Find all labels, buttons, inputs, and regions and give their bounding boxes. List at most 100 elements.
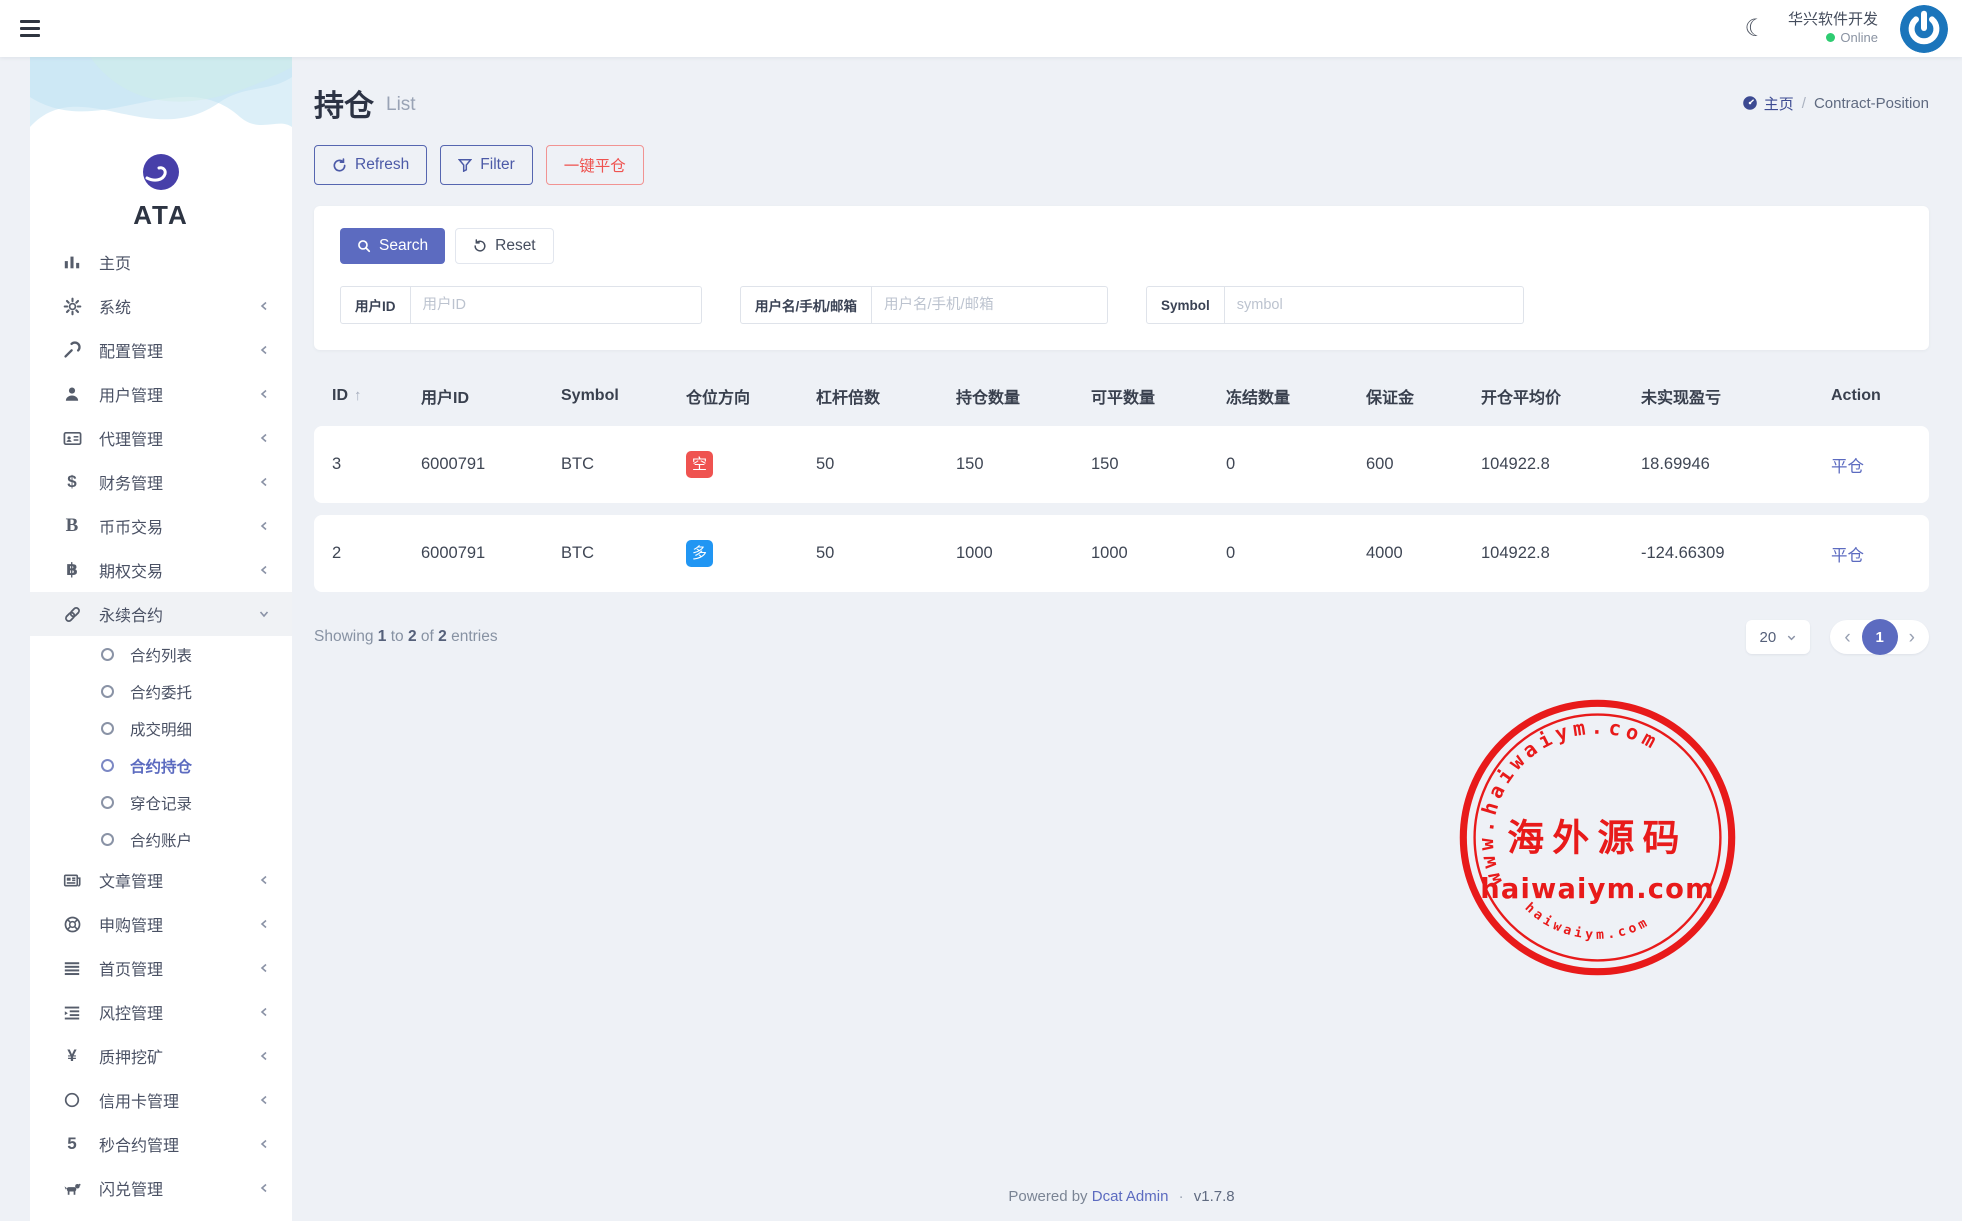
next-page-button[interactable]: › (1904, 628, 1920, 647)
sidebar-item-agents[interactable]: 代理管理 (30, 416, 292, 460)
table-row: 2 6000791 BTC 多 50 1000 1000 0 4000 1049… (314, 515, 1929, 592)
close-position-link[interactable]: 平仓 (1831, 547, 1864, 565)
sidebar-item-label: 申购管理 (99, 912, 163, 936)
cell-amount: 1000 (944, 515, 1079, 592)
cell-avg-price: 104922.8 (1469, 426, 1629, 503)
sidebar-item-finance[interactable]: $ 财务管理 (30, 460, 292, 504)
brand-logo[interactable]: ATA (30, 152, 292, 231)
cell-leverage: 50 (804, 515, 944, 592)
submenu-item-trade-details[interactable]: 成交明细 (30, 710, 292, 747)
user-name: 华兴软件开发 (1788, 11, 1878, 30)
sidebar-item-system[interactable]: 系统 (30, 284, 292, 328)
dashboard-icon (1742, 95, 1758, 111)
sidebar-item-flash-exchange[interactable]: 闪兑管理 (30, 1166, 292, 1210)
circle-bullet-icon (101, 648, 114, 661)
column-header-id[interactable]: ID↑ (314, 370, 409, 414)
chevron-left-icon (258, 1138, 270, 1150)
yen-icon: ¥ (62, 1046, 82, 1066)
stamp-arc-bottom-text: haiwaiym.com (1522, 900, 1653, 943)
search-button[interactable]: Search (340, 228, 445, 264)
cell-pnl: 18.69946 (1629, 426, 1819, 503)
cell-avg-price: 104922.8 (1469, 515, 1629, 592)
cell-frozen: 0 (1214, 426, 1354, 503)
sidebar-item-risk-control[interactable]: 风控管理 (30, 990, 292, 1034)
sidebar-item-staking-mining[interactable]: ¥ 质押挖矿 (30, 1034, 292, 1078)
page-footer: Powered by Dcat Admin · v1.7.8 (314, 1170, 1929, 1221)
user-meta: 华兴软件开发 Online (1788, 11, 1878, 46)
cell-id: 2 (314, 515, 409, 592)
sidebar-item-home[interactable]: 主页 (30, 240, 292, 284)
submenu-item-label: 合约账户 (130, 829, 192, 851)
sidebar-item-label: 闪兑管理 (99, 1176, 163, 1200)
submenu-item-contract-orders[interactable]: 合约委托 (30, 673, 292, 710)
submenu-item-liquidation-records[interactable]: 穿仓记录 (30, 784, 292, 821)
sidebar-item-articles[interactable]: 文章管理 (30, 858, 292, 902)
submenu-item-contract-positions[interactable]: 合约持仓 (30, 747, 292, 784)
chevron-down-icon (1786, 632, 1797, 643)
sidebar-item-label: 信用卡管理 (99, 1088, 179, 1112)
sidebar-item-label: 期权交易 (99, 558, 163, 582)
cell-frozen: 0 (1214, 515, 1354, 592)
cell-margin: 600 (1354, 426, 1469, 503)
dcat-admin-link[interactable]: Dcat Admin (1092, 1188, 1169, 1205)
close-all-positions-button[interactable]: 一键平仓 (546, 145, 644, 185)
submenu-item-contract-list[interactable]: 合约列表 (30, 636, 292, 673)
user-id-input[interactable] (411, 286, 703, 324)
column-header-leverage: 杠杆倍数 (804, 370, 944, 414)
username-field-group: 用户名/手机/邮箱 (740, 286, 1108, 324)
submenu-item-contract-accounts[interactable]: 合约账户 (30, 821, 292, 858)
sidebar-item-label: 系统 (99, 294, 131, 318)
newspaper-icon (62, 871, 82, 890)
sidebar-item-label: 代理管理 (99, 426, 163, 450)
hamburger-menu-icon[interactable] (20, 20, 46, 37)
sidebar-item-perpetual-contracts[interactable]: 永续合约 (30, 592, 292, 636)
chevron-left-icon (258, 520, 270, 532)
life-ring-icon (62, 915, 82, 934)
sidebar-item-options-trade[interactable]: ฿ 期权交易 (30, 548, 292, 592)
current-page-button[interactable]: 1 (1862, 619, 1898, 655)
positions-table: ID↑ 用户ID Symbol 仓位方向 杠杆倍数 持仓数量 可平数量 冻结数量… (314, 358, 1929, 604)
wrench-icon (62, 341, 82, 359)
bitcoin-icon: ฿ (62, 560, 82, 580)
dollar-icon: $ (62, 472, 82, 492)
power-icon (1900, 5, 1948, 53)
circle-bullet-icon (101, 796, 114, 809)
dark-mode-toggle-moon-icon[interactable]: ☾ (1744, 17, 1766, 41)
cell-leverage: 50 (804, 426, 944, 503)
sidebar: ATA 主页 系统 (30, 57, 292, 1221)
main-content: 持仓 List 主页 / Contract-Position Refresh (292, 57, 1962, 1221)
username-input[interactable] (872, 286, 1108, 324)
sidebar-item-spot-trade[interactable]: B 币币交易 (30, 504, 292, 548)
sidebar-item-config[interactable]: 配置管理 (30, 328, 292, 372)
brand-name: ATA (30, 200, 292, 231)
direction-short-badge: 空 (686, 451, 713, 478)
sidebar-item-credit-card[interactable]: 信用卡管理 (30, 1078, 292, 1122)
sidebar-item-second-contract[interactable]: 5 秒合约管理 (30, 1122, 292, 1166)
column-header-margin: 保证金 (1354, 370, 1469, 414)
symbol-input[interactable] (1225, 286, 1524, 324)
cell-margin: 4000 (1354, 515, 1469, 592)
close-position-link[interactable]: 平仓 (1831, 458, 1864, 476)
prev-page-button[interactable]: ‹ (1839, 628, 1855, 647)
circle-icon (62, 1091, 82, 1109)
refresh-button[interactable]: Refresh (314, 145, 427, 185)
sidebar-item-users[interactable]: 用户管理 (30, 372, 292, 416)
reset-button[interactable]: Reset (455, 228, 554, 264)
filter-button[interactable]: Filter (440, 145, 532, 185)
sidebar-item-label: 永续合约 (99, 602, 163, 626)
user-status: Online (1788, 30, 1878, 46)
user-id-field-group: 用户ID (340, 286, 702, 324)
sidebar-item-subscription[interactable]: 申购管理 (30, 902, 292, 946)
admin-app: ☾ 华兴软件开发 Online (0, 0, 1962, 1221)
breadcrumb-home[interactable]: 主页 (1742, 93, 1794, 114)
indent-icon (62, 1003, 82, 1021)
user-avatar[interactable] (1900, 5, 1948, 53)
online-dot-icon (1826, 33, 1835, 42)
chevron-left-icon (258, 476, 270, 488)
sidebar-item-homepage[interactable]: 首页管理 (30, 946, 292, 990)
per-page-select[interactable]: 20 (1746, 620, 1810, 654)
symbol-field-label: Symbol (1146, 286, 1225, 324)
table-header-row: ID↑ 用户ID Symbol 仓位方向 杠杆倍数 持仓数量 可平数量 冻结数量… (314, 370, 1929, 414)
chevron-left-icon (258, 300, 270, 312)
breadcrumb-divider: / (1802, 95, 1806, 112)
